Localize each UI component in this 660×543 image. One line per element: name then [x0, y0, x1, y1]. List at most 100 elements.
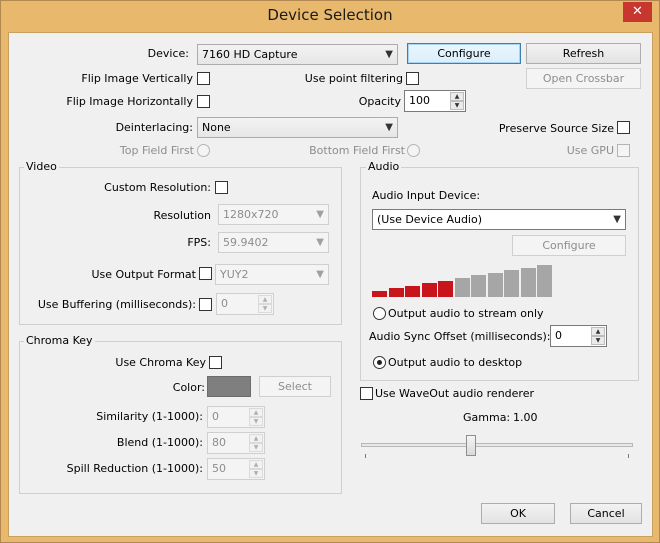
device-label: Device:: [147, 47, 189, 60]
buffering-spinbox[interactable]: 0 ▲ ▼: [216, 293, 274, 315]
spin-up-icon[interactable]: ▲: [249, 460, 263, 469]
video-group-title: Video: [24, 160, 59, 174]
output-stream-only-label: Output audio to stream only: [388, 307, 544, 320]
similarity-spinbox[interactable]: 0 ▲ ▼: [207, 406, 265, 428]
chroma-select-button[interactable]: Select: [259, 376, 331, 397]
flip-horizontal-label: Flip Image Horizontally: [66, 95, 193, 108]
audio-meter-segment: [504, 270, 519, 297]
output-format-checkbox[interactable]: [199, 267, 212, 280]
audio-meter-segment: [471, 275, 486, 297]
use-chroma-key-checkbox[interactable]: [209, 356, 222, 369]
spin-down-icon[interactable]: ▼: [249, 417, 263, 426]
refresh-button[interactable]: Refresh: [526, 43, 641, 64]
spin-up-icon[interactable]: ▲: [450, 92, 464, 101]
point-filtering-label: Use point filtering: [304, 72, 403, 85]
bottom-field-first-radio[interactable]: [407, 144, 420, 157]
gamma-slider-thumb[interactable]: [466, 435, 476, 456]
audio-input-device-dropdown[interactable]: (Use Device Audio) ▼: [372, 209, 626, 230]
top-field-first-radio[interactable]: [197, 144, 210, 157]
sync-offset-spinbox[interactable]: 0 ▲ ▼: [550, 325, 607, 347]
device-value: 7160 HD Capture: [202, 48, 298, 61]
gamma-slider-tick: [365, 454, 366, 458]
spill-reduction-label: Spill Reduction (1-1000):: [66, 462, 203, 475]
use-gpu-label: Use GPU: [566, 144, 614, 157]
spin-down-icon[interactable]: ▼: [450, 101, 464, 110]
blend-value: 80: [212, 436, 226, 449]
audio-meter-segment: [405, 285, 420, 297]
resolution-dropdown[interactable]: 1280x720 ▼: [218, 204, 329, 225]
point-filtering-checkbox[interactable]: [406, 72, 419, 85]
fps-value: 59.9402: [223, 236, 269, 249]
window-title: Device Selection: [267, 6, 393, 24]
configure-device-button[interactable]: Configure: [407, 43, 521, 64]
preserve-size-label: Preserve Source Size: [498, 122, 614, 135]
spin-up-icon[interactable]: ▲: [249, 434, 263, 443]
flip-horizontal-checkbox[interactable]: [197, 95, 210, 108]
cancel-button[interactable]: Cancel: [570, 503, 642, 524]
output-stream-only-radio[interactable]: [373, 307, 386, 320]
ok-button[interactable]: OK: [481, 503, 555, 524]
preserve-size-checkbox[interactable]: [617, 121, 630, 134]
use-chroma-key-label: Use Chroma Key: [115, 356, 206, 369]
chevron-down-icon: ▼: [316, 209, 324, 220]
audio-meter-segment: [520, 267, 536, 297]
gamma-slider[interactable]: [361, 433, 633, 459]
bottom-field-first-label: Bottom Field First: [309, 144, 405, 157]
close-button[interactable]: ✕: [623, 2, 652, 22]
opacity-spinbox[interactable]: 100 ▲ ▼: [404, 90, 466, 112]
gamma-value: 1.00: [513, 411, 538, 424]
chroma-color-label: Color:: [172, 381, 205, 394]
audio-input-device-label: Audio Input Device:: [372, 189, 481, 202]
audio-level-meter: [372, 263, 552, 297]
resolution-value: 1280x720: [223, 208, 279, 221]
title-bar[interactable]: Device Selection ✕: [1, 1, 659, 32]
custom-resolution-label: Custom Resolution:: [104, 181, 211, 194]
blend-spinbox[interactable]: 80 ▲ ▼: [207, 432, 265, 454]
deinterlacing-dropdown[interactable]: None ▼: [197, 117, 398, 138]
chroma-color-swatch[interactable]: [207, 376, 251, 397]
spin-down-icon[interactable]: ▼: [249, 443, 263, 452]
opacity-value: 100: [409, 94, 430, 107]
opacity-label: Opacity: [358, 95, 401, 108]
buffering-checkbox[interactable]: [199, 298, 212, 311]
gamma-slider-track: [361, 443, 633, 447]
chroma-key-group-title: Chroma Key: [24, 334, 95, 348]
sync-offset-value: 0: [555, 329, 562, 342]
gamma-slider-tick: [628, 454, 629, 458]
audio-meter-segment: [454, 278, 470, 297]
audio-group-title: Audio: [366, 160, 402, 174]
fps-dropdown[interactable]: 59.9402 ▼: [218, 232, 329, 253]
top-field-first-label: Top Field First: [119, 144, 194, 157]
spin-up-icon[interactable]: ▲: [591, 327, 605, 336]
spill-reduction-value: 50: [212, 462, 226, 475]
close-icon: ✕: [632, 4, 643, 19]
spin-down-icon[interactable]: ▼: [591, 336, 605, 345]
deinterlacing-value: None: [202, 121, 231, 134]
audio-meter-segment: [372, 291, 387, 297]
output-format-value: YUY2: [220, 268, 249, 281]
spin-down-icon[interactable]: ▼: [258, 304, 272, 313]
custom-resolution-checkbox[interactable]: [215, 181, 228, 194]
open-crossbar-button[interactable]: Open Crossbar: [526, 68, 641, 89]
device-dropdown[interactable]: 7160 HD Capture ▼: [197, 44, 398, 65]
buffering-label: Use Buffering (milliseconds):: [37, 298, 196, 311]
output-desktop-radio[interactable]: [373, 356, 386, 369]
deinterlacing-label: Deinterlacing:: [115, 121, 193, 134]
waveout-checkbox[interactable]: [360, 387, 373, 400]
fps-label: FPS:: [187, 236, 211, 249]
spin-up-icon[interactable]: ▲: [258, 295, 272, 304]
chevron-down-icon: ▼: [385, 49, 393, 60]
spin-up-icon[interactable]: ▲: [249, 408, 263, 417]
audio-input-device-value: (Use Device Audio): [377, 213, 483, 226]
spill-reduction-spinbox[interactable]: 50 ▲ ▼: [207, 458, 265, 480]
flip-vertical-label: Flip Image Vertically: [81, 72, 193, 85]
use-gpu-checkbox[interactable]: [617, 144, 630, 157]
output-format-dropdown[interactable]: YUY2 ▼: [215, 264, 329, 285]
audio-meter-segment: [438, 280, 453, 297]
flip-vertical-checkbox[interactable]: [197, 72, 210, 85]
audio-configure-button[interactable]: Configure: [512, 235, 626, 256]
device-selection-window: Device Selection ✕ Device: 7160 HD Captu…: [0, 0, 660, 543]
similarity-value: 0: [212, 410, 219, 423]
spin-down-icon[interactable]: ▼: [249, 469, 263, 478]
gamma-label: Gamma:: [463, 411, 511, 424]
